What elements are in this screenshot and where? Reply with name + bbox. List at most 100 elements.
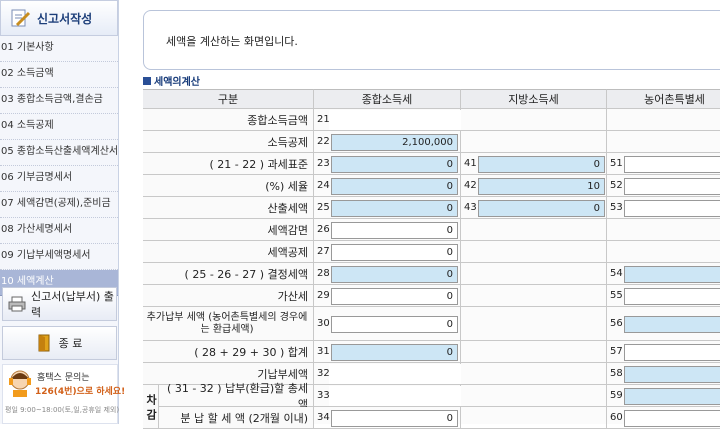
income-tax-input-29[interactable]: 0 [331,288,458,305]
menu-item-03[interactable]: 03 종합소득금액,결손금 [0,88,118,114]
column-header-rural-tax: 농어촌특별세 [607,89,720,109]
help-line-1: 홈택스 문의는 [37,373,90,383]
menu-item-06[interactable]: 06 기부금명세서 [0,166,118,192]
line-number: 58 [610,368,623,379]
print-button-label: 신고서(납부서) 출력 [31,290,114,319]
help-line-2: 126(4번)으로 하세요! [35,387,126,397]
sidebar-header-label: 신고서작성 [37,11,93,26]
menu-item-09[interactable]: 09 기납부세액명세서 [0,244,118,270]
line-number: 32 [317,368,330,379]
menu-item-01[interactable]: 01 기본사항 [0,36,118,62]
table-cell [461,109,607,131]
income-tax-input-30[interactable]: 0 [331,316,458,333]
income-tax-blank-33 [329,386,461,406]
row-label-5: 산출세액 [143,197,314,219]
table-cell [461,263,607,285]
row-label-8: ( 25 - 26 - 27 ) 결정세액 [143,263,314,285]
line-number: 27 [317,246,330,257]
row-label-1: 종합소득금액 [143,109,314,131]
main-panel: 세액을 계산하는 화면입니다. 세액의계산 구분 종합소득세 지방소득세 농어촌특별세… [143,0,720,429]
income-tax-blank-32 [329,364,461,384]
sidebar-header[interactable]: 신고서작성 [0,0,118,36]
income-tax-input-31[interactable]: 0 [331,344,458,361]
local-tax-input-41[interactable]: 0 [478,156,605,173]
table-cell [461,219,607,241]
exit-button[interactable]: 종 료 [2,326,117,360]
row-label-6: 세액감면 [143,219,314,241]
rural-tax-input-52[interactable] [624,178,720,195]
income-tax-blank-21 [329,110,461,130]
income-tax-input-25[interactable]: 0 [331,200,458,217]
table-cell [607,131,720,153]
line-number: 60 [610,412,623,423]
local-tax-input-43[interactable]: 0 [478,200,605,217]
deduction-side-label: 차 감 [143,385,159,429]
income-tax-input-28[interactable]: 0 [331,266,458,283]
column-header-income-tax: 종합소득세 [314,89,461,109]
row-label-9: 가산세 [143,285,314,307]
table-cell [607,109,720,131]
pencil-note-icon [9,7,31,29]
line-number: 25 [317,202,330,213]
table-cell [461,385,607,407]
line-number: 54 [610,268,623,279]
description-box: 세액을 계산하는 화면입니다. [143,10,720,70]
row-label-2: 소득공제 [143,131,314,153]
line-number: 56 [610,318,623,329]
menu-item-07[interactable]: 07 세액감면(공제),준비금 [0,192,118,218]
column-header-gubun: 구분 [143,89,314,109]
menu-item-05[interactable]: 05 종합소득산출세액계산서 [0,140,118,166]
local-tax-input-42[interactable]: 10 [478,178,605,195]
line-number: 31 [317,346,330,357]
row-label-13: ( 31 - 32 ) 납부(환급)할 총세액 [159,382,314,411]
print-button[interactable]: 신고서(납부서) 출력 [2,287,117,321]
table-cell [461,241,607,263]
income-tax-input-22[interactable]: 2,100,000 [331,134,458,151]
rural-tax-input-56[interactable] [624,316,720,333]
line-number: 34 [317,412,330,423]
rural-tax-input-58[interactable] [624,366,720,383]
section-bullet-icon [143,76,151,85]
rural-tax-input-60[interactable] [624,410,720,427]
row-label-3: ( 21 - 22 ) 과세표준 [143,153,314,175]
line-number: 33 [317,390,330,401]
income-tax-input-24[interactable]: 0 [331,178,458,195]
rural-tax-input-53[interactable] [624,200,720,217]
exit-door-icon [37,334,53,352]
line-number: 43 [464,202,477,213]
exit-button-label: 종 료 [58,337,83,350]
income-tax-input-27[interactable]: 0 [331,244,458,261]
step-menu: 01 기본사항 02 소득금액 03 종합소득금액,결손금 04 소득공제 05… [0,36,118,296]
rural-tax-input-54[interactable] [624,266,720,283]
line-number: 53 [610,202,623,213]
line-number: 51 [610,158,623,169]
line-number: 55 [610,290,623,301]
table-cell [607,241,720,263]
rural-tax-input-57[interactable] [624,344,720,361]
rural-tax-input-51[interactable] [624,156,720,173]
sidebar: 신고서작성 01 기본사항 02 소득금액 03 종합소득금액,결손금 04 소… [0,0,125,424]
help-banner: 홈택스 문의는 126(4번)으로 하세요! 평일 9:00~18:00(토,일… [2,364,125,424]
description-text: 세액을 계산하는 화면입니다. [166,35,298,48]
line-number: 21 [317,114,330,125]
rural-tax-input-55[interactable] [624,288,720,305]
income-tax-input-23[interactable]: 0 [331,156,458,173]
line-number: 29 [317,290,330,301]
line-number: 42 [464,180,477,191]
section-title-text: 세액의계산 [154,77,200,88]
line-number: 41 [464,158,477,169]
row-label-14: 분 납 할 세 액 (2개월 이내) [159,407,314,429]
rural-tax-input-59[interactable] [624,388,720,405]
row-label-11: ( 28 + 29 + 30 ) 합계 [143,341,314,363]
section-title: 세액의계산 [143,73,200,88]
menu-item-08[interactable]: 08 가산세명세서 [0,218,118,244]
row-label-10: 추가납부 세액 (농어촌특별세의 경우에는 환급세액) [143,307,314,341]
menu-item-04[interactable]: 04 소득공제 [0,114,118,140]
table-cell [461,285,607,307]
row-label-7: 세액공제 [143,241,314,263]
line-number: 28 [317,268,330,279]
menu-item-02[interactable]: 02 소득금액 [0,62,118,88]
income-tax-input-26[interactable]: 0 [331,222,458,239]
printer-icon [8,296,26,312]
income-tax-input-34[interactable]: 0 [331,410,458,427]
